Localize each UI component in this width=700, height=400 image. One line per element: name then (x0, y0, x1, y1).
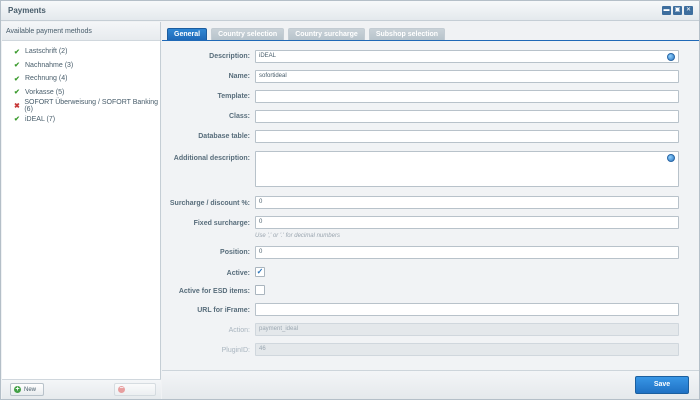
tab-general[interactable]: General (167, 28, 208, 40)
inactive-cross-icon: ✖ (14, 102, 20, 110)
close-button[interactable]: ✕ (684, 6, 693, 15)
active-check-icon: ✔ (14, 62, 20, 70)
tab-bar: General Country selection Country surcha… (167, 28, 446, 40)
method-label: SOFORT Überweisung / SOFORT Banking (6) (24, 98, 159, 113)
general-form: Description: iDEAL Name: sofortideal Tem… (162, 41, 699, 370)
additional-description-label: Additional description: (173, 155, 250, 162)
tab-country-surcharge[interactable]: Country surcharge (288, 28, 365, 40)
minimize-button[interactable]: ▬ (662, 6, 671, 15)
class-field[interactable] (255, 110, 679, 123)
description-field[interactable]: iDEAL (255, 50, 679, 63)
method-label: Rechnung (4) (25, 75, 68, 83)
payment-method-ideal[interactable]: ✔ iDEAL (7) (2, 113, 160, 127)
method-label: iDEAL (7) (25, 115, 56, 123)
payments-window: Payments ▬ ▣ ✕ Available payment methods… (0, 0, 700, 400)
new-payment-button[interactable]: + New (10, 383, 44, 396)
active-check-icon: ✔ (14, 48, 20, 56)
fixed-surcharge-label: Fixed surcharge: (193, 220, 250, 227)
name-label: Name: (228, 73, 250, 80)
method-label: Vorkasse (5) (25, 88, 65, 96)
minus-icon: − (118, 385, 125, 393)
position-label: Position: (220, 249, 250, 256)
fixed-surcharge-field[interactable]: 0 (255, 216, 679, 229)
database-table-field[interactable] (255, 130, 679, 143)
new-button-label: New (24, 386, 37, 393)
surcharge-label: Surcharge / discount %: (169, 200, 250, 207)
plugin-id-field: 46 (255, 343, 679, 356)
payment-method-rechnung[interactable]: ✔ Rechnung (4) (2, 72, 160, 86)
translation-globe-icon[interactable] (667, 53, 675, 61)
iframe-url-field[interactable] (255, 303, 679, 316)
method-label: Lastschrift (2) (25, 48, 68, 56)
payment-method-vorkasse[interactable]: ✔ Vorkasse (5) (2, 86, 160, 100)
template-label: Template: (217, 93, 250, 100)
surcharge-field[interactable]: 0 (255, 196, 679, 209)
position-field[interactable]: 0 (255, 246, 679, 259)
active-check-icon: ✔ (14, 116, 20, 124)
window-title: Payments (8, 6, 46, 15)
esd-checkbox[interactable] (255, 285, 265, 295)
maximize-button[interactable]: ▣ (673, 6, 682, 15)
active-check-icon: ✔ (14, 89, 20, 97)
name-field[interactable]: sofortideal (255, 70, 679, 83)
additional-description-textarea[interactable] (255, 151, 679, 187)
tab-subshop-selection[interactable]: Subshop selection (368, 28, 446, 40)
payment-methods-sidebar: Available payment methods ✔ Lastschrift (… (2, 22, 161, 399)
active-checkbox[interactable]: ✓ (255, 267, 265, 277)
payment-method-sofort[interactable]: ✖ SOFORT Überweisung / SOFORT Banking (6) (2, 99, 160, 113)
form-footer: Save (162, 370, 699, 399)
payment-details-panel: General Country selection Country surcha… (162, 22, 699, 399)
esd-label: Active for ESD items: (178, 288, 250, 295)
template-field[interactable] (255, 90, 679, 103)
payment-method-nachnahme[interactable]: ✔ Nachnahme (3) (2, 59, 160, 73)
payment-methods-list: ✔ Lastschrift (2) ✔ Nachnahme (3) ✔ Rechnun… (2, 41, 160, 126)
description-label: Description: (209, 53, 250, 60)
action-label: Action: (228, 327, 250, 334)
plus-icon: + (14, 386, 21, 393)
active-check-icon: ✔ (14, 75, 20, 83)
active-label: Active: (226, 270, 250, 277)
class-label: Class: (228, 113, 250, 120)
save-button[interactable]: Save (635, 376, 689, 394)
translation-globe-icon[interactable] (667, 154, 675, 162)
tab-country-selection[interactable]: Country selection (211, 28, 285, 40)
window-controls: ▬ ▣ ✕ (662, 6, 693, 15)
sidebar-footer: + New − (2, 379, 161, 399)
action-field: payment_ideal (255, 323, 679, 336)
sidebar-heading: Available payment methods (2, 22, 160, 41)
method-label: Nachnahme (3) (25, 61, 74, 69)
delete-payment-button[interactable]: − (114, 383, 156, 396)
payment-method-lastschrift[interactable]: ✔ Lastschrift (2) (2, 45, 160, 59)
iframe-label: URL for iFrame: (197, 307, 250, 314)
window-titlebar[interactable]: Payments ▬ ▣ ✕ (1, 1, 699, 21)
database-table-label: Database table: (198, 133, 250, 140)
decimal-hint: Use ',' or '.' for decimal numbers (255, 233, 340, 239)
description-value: iDEAL (259, 53, 277, 59)
plugin-id-label: PluginID: (221, 347, 250, 354)
